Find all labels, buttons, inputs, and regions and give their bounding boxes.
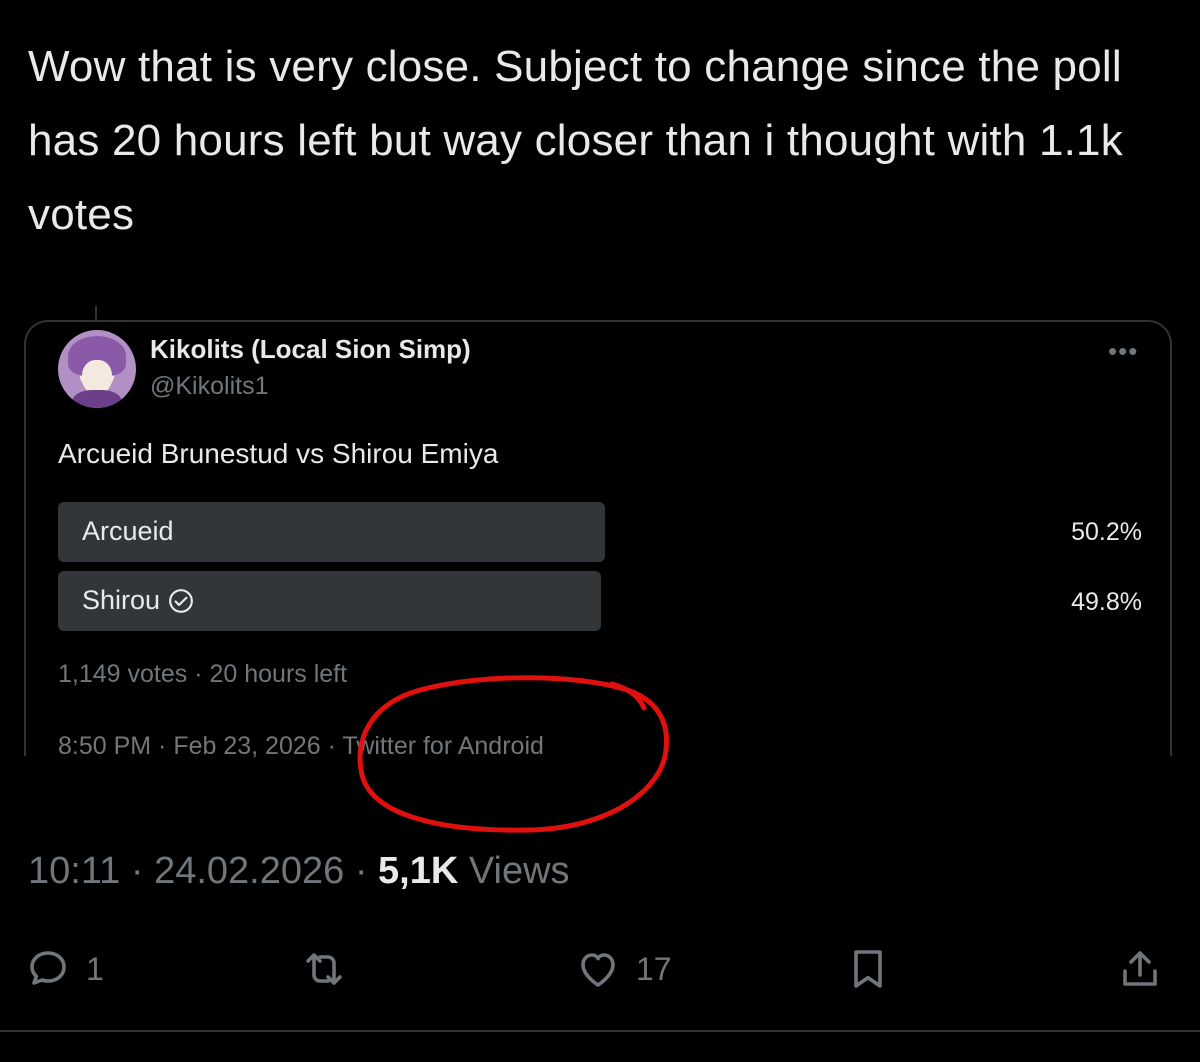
- heart-icon: [581, 953, 615, 987]
- retweet-button[interactable]: [300, 945, 362, 993]
- share-icon: [1123, 951, 1157, 986]
- reply-icon: [30, 951, 66, 985]
- tweet-date[interactable]: 24.02.2026: [154, 850, 344, 892]
- share-button[interactable]: [1116, 945, 1164, 993]
- meta-separator: ·: [354, 850, 368, 892]
- meta-separator: ·: [130, 850, 144, 892]
- quoted-handle[interactable]: @Kikolits1: [150, 372, 268, 401]
- action-bar: 1 17: [0, 945, 1200, 1001]
- poll-option-arcueid: Arcueid: [82, 516, 174, 547]
- bookmark-button[interactable]: [844, 945, 892, 993]
- views-count[interactable]: 5,1K: [378, 850, 458, 892]
- poll-option-label: Arcueid: [82, 516, 174, 546]
- like-count: 17: [636, 950, 672, 987]
- poll-option-label: Shirou: [82, 585, 161, 615]
- red-annotation-circle: [357, 675, 669, 833]
- poll-percent-shirou: 49.8%: [1071, 588, 1142, 616]
- like-button[interactable]: 17: [574, 945, 672, 993]
- tweet-text: Wow that is very close. Subject to chang…: [28, 42, 1123, 239]
- reply-count: 1: [86, 950, 104, 987]
- tweet-time[interactable]: 10:11: [28, 850, 120, 892]
- views-label: Views: [468, 850, 570, 892]
- reply-button[interactable]: 1: [24, 945, 104, 993]
- poll-option-shirou: Shirou: [82, 585, 194, 616]
- poll-question: Arcueid Brunestud vs Shirou Emiya: [58, 438, 499, 469]
- check-circle-icon: [169, 588, 193, 613]
- thread-tick: [95, 306, 97, 320]
- more-dots-icon[interactable]: •••: [1108, 336, 1138, 367]
- poll-percent-arcueid: 50.2%: [1071, 518, 1142, 546]
- poll-votes-meta: 1,149 votes · 20 hours left: [58, 660, 348, 688]
- retweet-icon: [306, 953, 342, 985]
- divider: [0, 1030, 1200, 1032]
- avatar[interactable]: [58, 330, 136, 408]
- tweet-meta: 10:11 · 24.02.2026 · 5,1K Views: [28, 850, 570, 893]
- quoted-display-name[interactable]: Kikolits (Local Sion Simp): [150, 334, 471, 365]
- bookmark-icon: [854, 950, 882, 988]
